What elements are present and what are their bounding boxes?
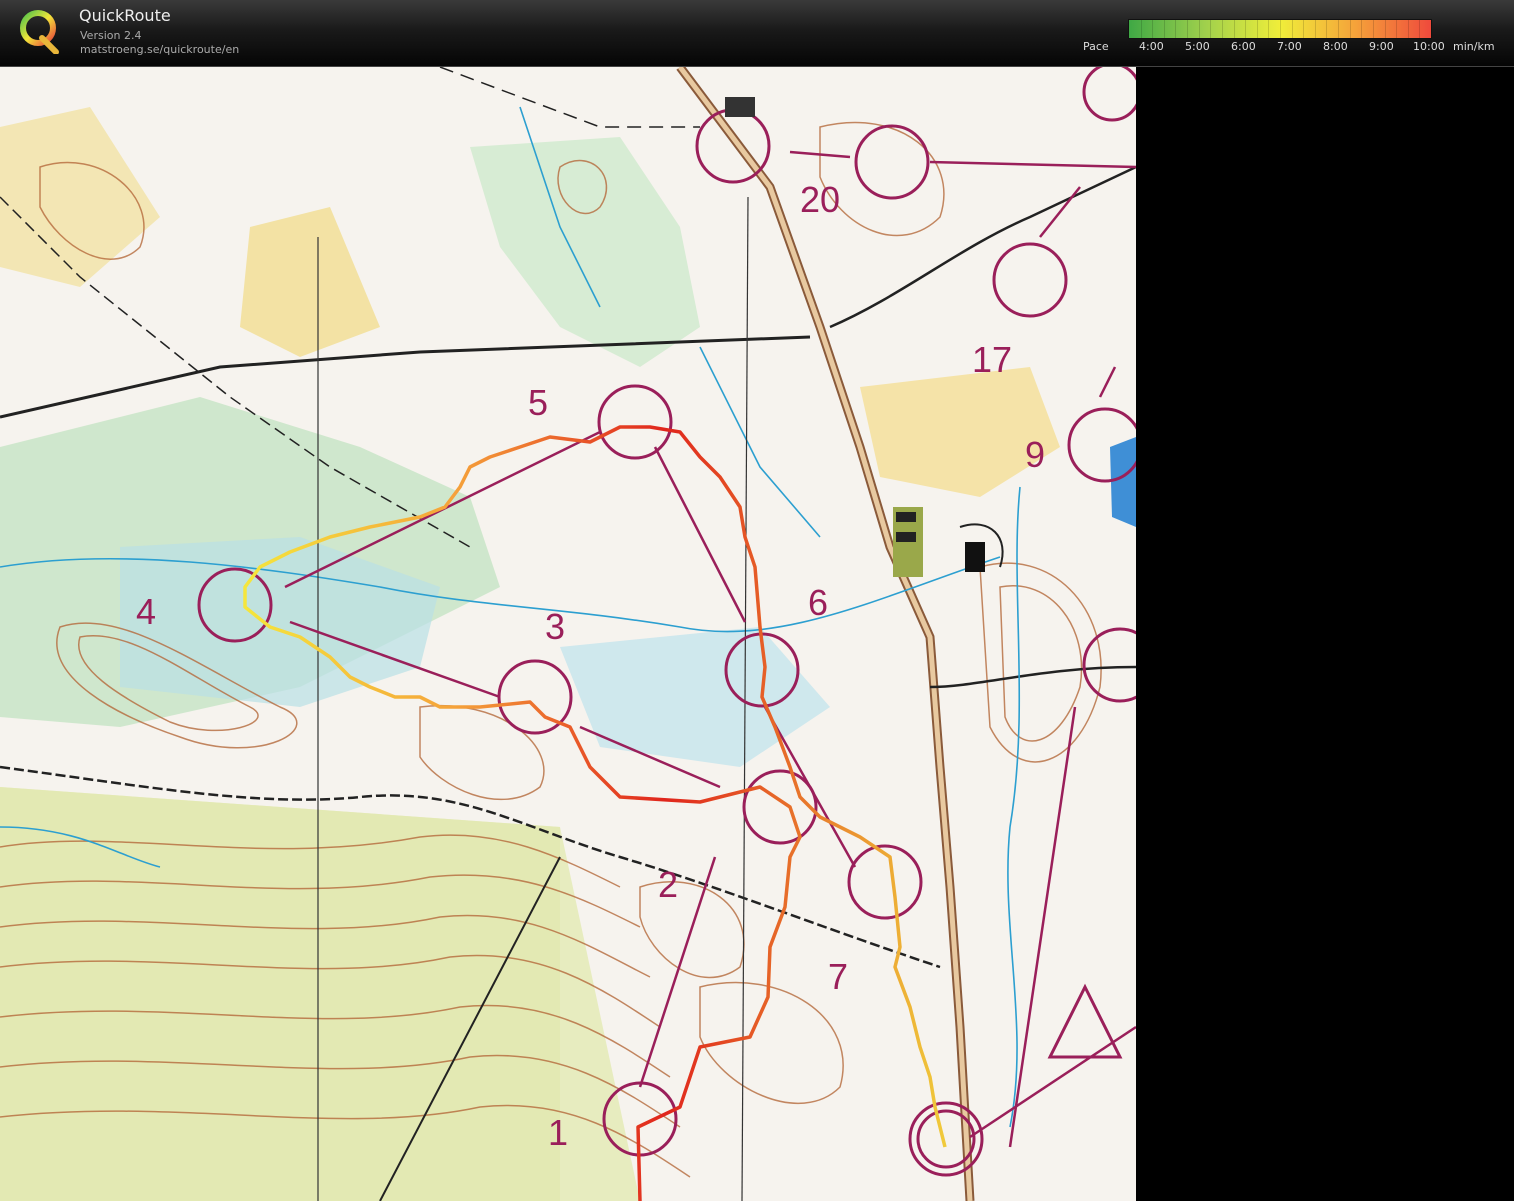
- control-number-17: 17: [972, 339, 1012, 380]
- pace-scale-segment-divider: [1314, 20, 1316, 38]
- pace-scale-segment-divider: [1326, 20, 1328, 38]
- app-url-link[interactable]: matstroeng.se/quickroute/en: [80, 43, 239, 56]
- pace-scale-segment-divider: [1152, 20, 1154, 38]
- app-title: QuickRoute: [79, 6, 171, 25]
- pace-scale-segment-divider: [1361, 20, 1363, 38]
- lake: [1110, 437, 1136, 527]
- pace-scale-segment-divider: [1303, 20, 1305, 38]
- control-number-1: 1: [548, 1112, 568, 1153]
- pace-tick: 8:00: [1323, 40, 1348, 53]
- map-svg: 20 17 5 9 4 3 6 2 7 1: [0, 67, 1136, 1201]
- pace-color-scale: [1128, 19, 1432, 39]
- pace-scale-segment-divider: [1338, 20, 1340, 38]
- side-panel: [1136, 67, 1514, 1201]
- pace-scale-segment-divider: [1245, 20, 1247, 38]
- pace-scale-segment-divider: [1384, 20, 1386, 38]
- pace-legend-label: Pace: [1083, 40, 1109, 53]
- control-number-6: 6: [808, 582, 828, 623]
- pace-scale-segment-divider: [1349, 20, 1351, 38]
- quickroute-logo-icon: [20, 10, 59, 54]
- app-version: Version 2.4: [80, 29, 142, 42]
- pace-scale-segment-divider: [1163, 20, 1165, 38]
- pace-scale-segment-divider: [1221, 20, 1223, 38]
- pace-tick: 9:00: [1369, 40, 1394, 53]
- pace-scale-segment-divider: [1175, 20, 1177, 38]
- pace-scale-segment-divider: [1396, 20, 1398, 38]
- pace-tick: 5:00: [1185, 40, 1210, 53]
- pace-scale-segment-divider: [1198, 20, 1200, 38]
- pace-scale-segment-divider: [1140, 20, 1142, 38]
- pace-scale-segment-divider: [1256, 20, 1258, 38]
- control-number-5: 5: [528, 382, 548, 423]
- title-bar: QuickRoute Version 2.4 matstroeng.se/qui…: [0, 0, 1514, 67]
- pace-scale-segment-divider: [1419, 20, 1421, 38]
- control-number-9: 9: [1025, 434, 1045, 475]
- pace-scale-segment-divider: [1210, 20, 1212, 38]
- pace-tick: 10:00: [1413, 40, 1445, 53]
- pace-scale-segment-divider: [1291, 20, 1293, 38]
- control-number-4: 4: [136, 591, 156, 632]
- control-number-2: 2: [658, 864, 678, 905]
- pace-scale-segment-divider: [1407, 20, 1409, 38]
- orienteering-map-canvas[interactable]: 20 17 5 9 4 3 6 2 7 1: [0, 67, 1136, 1201]
- pace-tick: 7:00: [1277, 40, 1302, 53]
- pace-scale-segment-divider: [1233, 20, 1235, 38]
- pace-scale-segment-divider: [1187, 20, 1189, 38]
- control-number-20: 20: [800, 179, 840, 220]
- control-number-3: 3: [545, 606, 565, 647]
- pace-tick: 4:00: [1139, 40, 1164, 53]
- pace-scale-segment-divider: [1280, 20, 1281, 38]
- control-number-7: 7: [828, 956, 848, 997]
- pace-scale-segment-divider: [1268, 20, 1270, 38]
- pace-scale-segment-divider: [1372, 20, 1374, 38]
- pace-unit: min/km: [1453, 40, 1495, 53]
- pace-tick: 6:00: [1231, 40, 1256, 53]
